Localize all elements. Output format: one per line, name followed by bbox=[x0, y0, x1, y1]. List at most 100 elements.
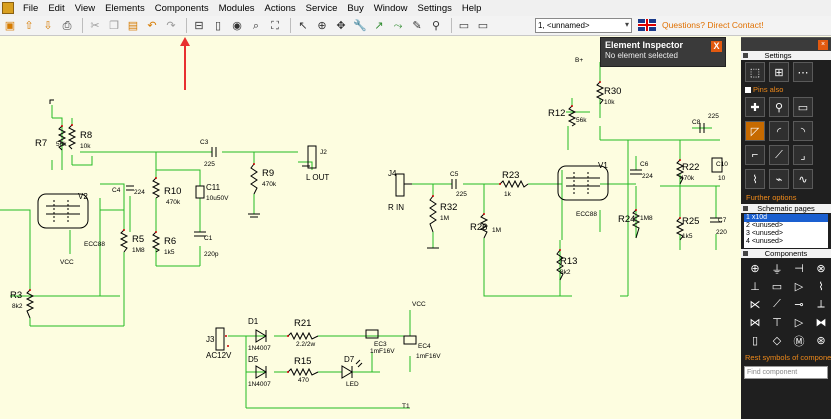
page-item[interactable]: 4 <unused> bbox=[744, 238, 828, 246]
line-bend-icon[interactable]: ⌟ bbox=[793, 145, 813, 165]
collapse-icon[interactable] bbox=[743, 206, 748, 211]
lamp-ring-icon[interactable]: ⊛ bbox=[812, 333, 830, 348]
open-file-icon[interactable]: ⇧ bbox=[21, 18, 37, 34]
grid-snap-icon[interactable]: ⊞ bbox=[769, 62, 789, 82]
thyristor-icon[interactable]: ⋈ bbox=[746, 315, 764, 330]
collapse-icon[interactable] bbox=[743, 53, 748, 58]
crystal-icon[interactable]: ▯ bbox=[746, 333, 764, 348]
label-c5: C5 bbox=[450, 171, 459, 178]
relay-icon[interactable]: ⊸ bbox=[790, 297, 808, 312]
label-r8-value: 10k bbox=[80, 143, 91, 150]
menu-file[interactable]: File bbox=[18, 3, 43, 14]
component-list-icon[interactable]: ⊟ bbox=[191, 18, 207, 34]
diode-icon[interactable]: ▷ bbox=[790, 279, 808, 294]
print-icon[interactable]: ⎙ bbox=[59, 18, 75, 34]
zoom-icon[interactable]: ⌕ bbox=[248, 18, 264, 34]
arc-tool-icon[interactable]: ◜ bbox=[769, 121, 789, 141]
battery-icon[interactable]: ⊣ bbox=[790, 261, 808, 276]
further-options-link[interactable]: Further options bbox=[741, 191, 831, 204]
select-tool-icon[interactable]: ⬚ bbox=[745, 62, 765, 82]
pins-also-checkbox[interactable]: Pins also bbox=[741, 84, 831, 95]
rest-symbols-link[interactable]: Rest symbols of componen bbox=[741, 351, 831, 364]
measure-icon[interactable]: ⚲ bbox=[428, 18, 444, 34]
line-corner-icon[interactable]: ⌐ bbox=[745, 145, 765, 165]
crosshair-icon[interactable]: ✚ bbox=[745, 97, 765, 117]
new-file-icon[interactable]: ▣ bbox=[2, 18, 18, 34]
pins-also-checkbox-box[interactable] bbox=[745, 87, 751, 94]
copy-icon[interactable]: ❐ bbox=[106, 18, 122, 34]
button-switch-icon[interactable]: ⊤ bbox=[768, 315, 786, 330]
page-item[interactable]: 3 <unused> bbox=[744, 230, 828, 238]
menu-elements[interactable]: Elements bbox=[100, 3, 150, 14]
motor-icon[interactable]: Ⓜ bbox=[790, 333, 808, 348]
menu-view[interactable]: View bbox=[70, 3, 100, 14]
bus-icon[interactable]: ⤳ bbox=[390, 18, 406, 34]
page-properties-icon[interactable]: ▯ bbox=[210, 18, 226, 34]
line-step-icon[interactable]: ⌇ bbox=[745, 169, 765, 189]
cut-icon[interactable]: ✂ bbox=[87, 18, 103, 34]
page-list-icon[interactable]: ▭ bbox=[475, 18, 491, 34]
menu-window[interactable]: Window bbox=[369, 3, 413, 14]
power-source-icon[interactable]: ⊕ bbox=[746, 261, 764, 276]
capacitor-icon[interactable]: ⊥ bbox=[746, 279, 764, 294]
menu-components[interactable]: Components bbox=[150, 3, 214, 14]
opamp-icon[interactable]: ▷ bbox=[790, 315, 808, 330]
inspector-close-button[interactable]: X bbox=[711, 41, 722, 52]
contact-link[interactable]: Questions? Direct Contact! bbox=[662, 20, 764, 30]
ground-icon[interactable]: ⏚ bbox=[768, 261, 786, 276]
transformer-icon[interactable]: ⧓ bbox=[812, 315, 830, 330]
fit-page-icon[interactable]: ⛶ bbox=[267, 18, 283, 34]
label-r3-value: 8k2 bbox=[12, 303, 23, 310]
resistor-icon[interactable]: ▭ bbox=[768, 279, 786, 294]
line-zigzag-icon[interactable]: ⌁ bbox=[769, 169, 789, 189]
line-diagonal-icon[interactable]: ⟋ bbox=[769, 145, 789, 165]
curve-tool-icon[interactable]: ◝ bbox=[793, 121, 813, 141]
menu-service[interactable]: Service bbox=[301, 3, 343, 14]
collapse-icon[interactable] bbox=[743, 251, 748, 256]
menu-buy[interactable]: Buy bbox=[342, 3, 368, 14]
wire-icon[interactable]: ↗ bbox=[371, 18, 387, 34]
menu-modules[interactable]: Modules bbox=[214, 3, 260, 14]
magnet-icon[interactable]: ⚲ bbox=[769, 97, 789, 117]
connect-tool-icon[interactable]: ⋯ bbox=[793, 62, 813, 82]
contact-icon[interactable]: ⟂ bbox=[812, 297, 830, 312]
label-ec4: EC4 bbox=[418, 343, 431, 350]
zoom-select-icon[interactable]: ⊕ bbox=[314, 18, 330, 34]
page-item[interactable]: 1 x10d bbox=[744, 214, 828, 222]
menu-help[interactable]: Help bbox=[457, 3, 487, 14]
schematic-pages-header[interactable]: Schematic pages bbox=[741, 204, 831, 213]
pen-icon[interactable]: ✎ bbox=[409, 18, 425, 34]
settings-header[interactable]: Settings bbox=[741, 51, 831, 60]
page-item[interactable]: 2 <unused> bbox=[744, 222, 828, 230]
label-vcc-1: VCC bbox=[60, 259, 74, 266]
label-tool-icon[interactable]: ▭ bbox=[793, 97, 813, 117]
panel-close-icon[interactable]: × bbox=[818, 40, 828, 50]
uk-flag-icon[interactable] bbox=[638, 19, 656, 31]
label-r24: R24 bbox=[618, 214, 635, 225]
undo-icon[interactable]: ↶ bbox=[144, 18, 160, 34]
switch-icon[interactable]: ⟋ bbox=[768, 297, 786, 312]
inductor-icon[interactable]: ⌇ bbox=[812, 279, 830, 294]
lamp-icon[interactable]: ⊗ bbox=[812, 261, 830, 276]
transistor-icon[interactable]: ⋉ bbox=[746, 297, 764, 312]
menu-settings[interactable]: Settings bbox=[413, 3, 457, 14]
paste-icon[interactable]: ▤ bbox=[125, 18, 141, 34]
wrench-icon[interactable]: 🔧 bbox=[352, 18, 368, 34]
schematic-canvas[interactable]: R7 56k R8 10k C3 225 C4 224 R10 470k C11… bbox=[0, 37, 741, 419]
redo-icon[interactable]: ↷ bbox=[163, 18, 179, 34]
line-curve-icon[interactable]: ∿ bbox=[793, 169, 813, 189]
components-header[interactable]: Components bbox=[741, 249, 831, 258]
menu-actions[interactable]: Actions bbox=[260, 3, 301, 14]
pointer-icon[interactable]: ↖ bbox=[295, 18, 311, 34]
menu-edit[interactable]: Edit bbox=[43, 3, 69, 14]
schematic-page-select[interactable]: 1, <unnamed> ▾ bbox=[535, 18, 632, 33]
move-icon[interactable]: ✥ bbox=[333, 18, 349, 34]
find-component-input[interactable]: Find component bbox=[744, 366, 828, 379]
angle-tool-icon[interactable]: ◸ bbox=[745, 121, 765, 141]
settings-header-label: Settings bbox=[764, 51, 792, 60]
bridge-icon[interactable]: ◇ bbox=[768, 333, 786, 348]
pins-also-label: Pins also bbox=[753, 85, 784, 94]
page-icon[interactable]: ▭ bbox=[456, 18, 472, 34]
export-icon[interactable]: ⇩ bbox=[40, 18, 56, 34]
view-icon[interactable]: ◉ bbox=[229, 18, 245, 34]
